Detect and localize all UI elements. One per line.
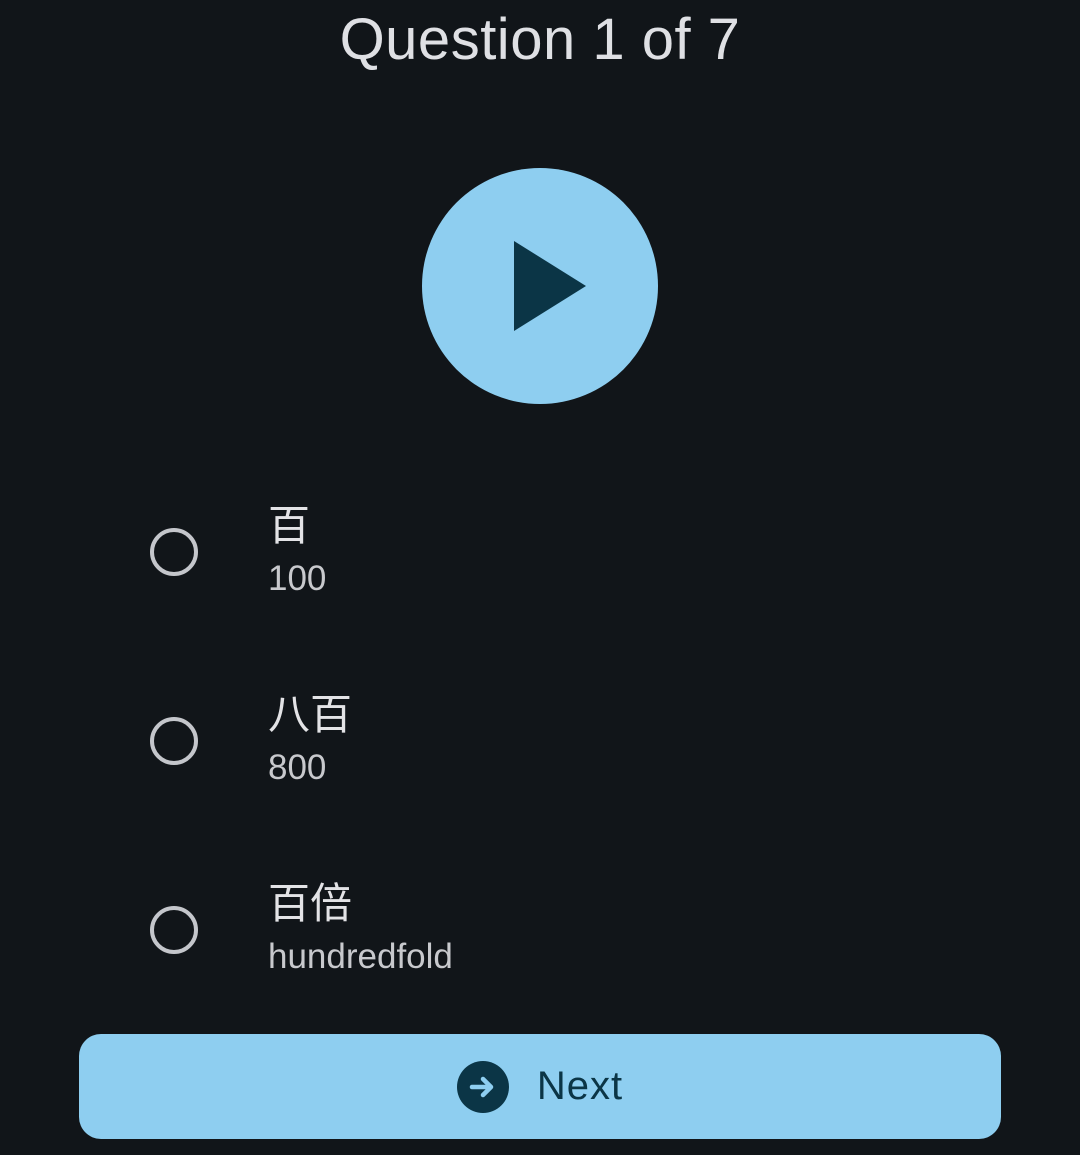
option-meaning: 100 [268, 559, 327, 598]
next-button-label: Next [536, 1064, 624, 1108]
next-button[interactable]: Next [79, 1034, 1001, 1139]
radio-button[interactable] [150, 528, 198, 576]
answer-option-1[interactable]: 百 100 [120, 476, 960, 626]
page-title: Question 1 of 7 [339, 7, 741, 72]
option-word: 八百 [268, 690, 353, 739]
arrow-right-circle-icon [456, 1060, 509, 1113]
answer-option-2[interactable]: 八百 800 [120, 665, 960, 815]
option-meaning: hundredfold [268, 937, 453, 976]
play-audio-button[interactable] [422, 168, 658, 404]
radio-button[interactable] [150, 906, 198, 954]
radio-button[interactable] [150, 717, 198, 765]
option-meaning: 800 [268, 748, 327, 787]
option-word: 百 [268, 501, 311, 550]
play-icon [514, 241, 586, 331]
answer-option-3[interactable]: 百倍 hundredfold [120, 854, 960, 1004]
option-word: 百倍 [268, 879, 353, 928]
